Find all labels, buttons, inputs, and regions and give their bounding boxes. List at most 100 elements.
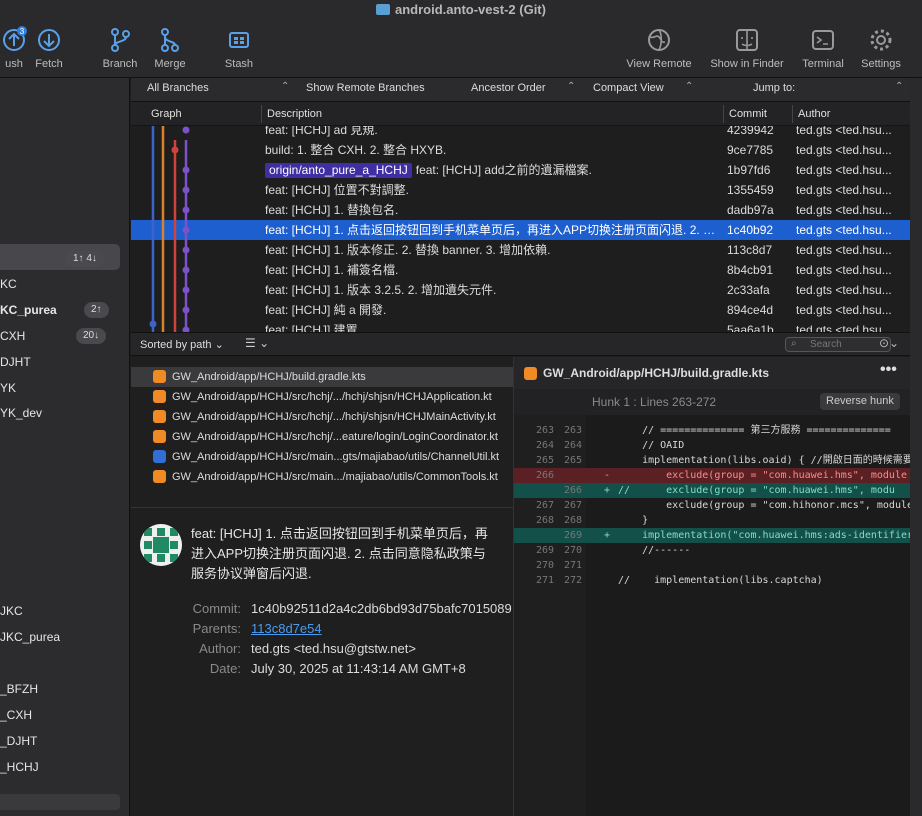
reverse-hunk-button[interactable]: Reverse hunk	[820, 393, 900, 410]
sidebar-remote-branch[interactable]: _HCHJ	[0, 757, 39, 777]
commit-message: feat: [HCHJ] add之前的遺漏檔案.	[415, 163, 592, 177]
commit-node[interactable]	[171, 146, 179, 154]
sidebar-branch[interactable]: YK_dev	[0, 403, 42, 423]
remote-branches-toggle[interactable]: Show Remote Branches	[306, 82, 456, 94]
diff-code: // OAID	[618, 440, 685, 451]
sidebar-branch[interactable]: YK	[0, 378, 16, 398]
merge-button[interactable]: Merge	[138, 26, 202, 70]
edit-icon	[153, 410, 166, 423]
sidebar-remote-branch[interactable]: _BFZH	[0, 679, 38, 699]
remote-branch-tag[interactable]: origin/anto_pure_a_HCHJ	[265, 163, 412, 178]
branches-filter-select[interactable]: All Branches ⌃	[147, 81, 289, 94]
diff-code: exclude(group = "com.hihonor.mcs", modul…	[618, 500, 914, 511]
more-icon[interactable]: •••	[880, 361, 897, 379]
commit-node[interactable]	[182, 266, 190, 274]
search-placeholder: Search	[810, 339, 842, 350]
commit-description: feat: [HCHJ] 位置不對調整.	[265, 180, 717, 200]
sidebar-remote-branch[interactable]: _CXH	[0, 705, 32, 725]
stash-label: Stash	[224, 58, 254, 70]
commit-node[interactable]	[182, 206, 190, 214]
old-line-number: 270	[535, 560, 554, 571]
branch-badge: 20↓	[76, 328, 107, 344]
sidebar-remote-branch[interactable]: JKC_purea	[0, 627, 60, 647]
column-divider[interactable]	[723, 105, 724, 123]
commit-description: feat: [HCHJ] ad 見規.	[265, 126, 717, 140]
changed-file-row[interactable]: GW_Android/app/HCHJ/src/hchj/.../hchj/sh…	[131, 407, 513, 427]
changed-file-row[interactable]: GW_Android/app/HCHJ/src/hchj/.../hchj/sh…	[131, 387, 513, 407]
commit-description: feat: [HCHJ] 1. 版本修正. 2. 替換 banner. 3. 增…	[265, 240, 717, 260]
settings-button[interactable]: Settings	[849, 26, 913, 70]
sidebar-branch-current[interactable]: KC_purea	[0, 300, 57, 320]
order-select[interactable]: Ancestor Order ⌃	[471, 81, 581, 94]
commit-author: ted.gts <ted.hsu...	[796, 163, 892, 177]
show-in-finder-button[interactable]: Show in Finder	[704, 26, 790, 70]
commit-hash: 8b4cb91	[727, 263, 774, 277]
graph-column-header[interactable]: Graph	[151, 108, 182, 120]
jump-to-select[interactable]: Jump to: ⌃	[753, 81, 913, 94]
date-label: Date:	[209, 661, 241, 676]
new-line-number: 270	[563, 545, 582, 556]
date-value: July 30, 2025 at 11:43:14 AM GMT+8	[251, 661, 466, 676]
edit-icon	[524, 367, 537, 380]
folder-icon	[376, 4, 391, 15]
view-remote-button[interactable]: View Remote	[621, 26, 697, 70]
stash-button[interactable]: Stash	[207, 26, 271, 70]
commit-node[interactable]	[182, 306, 190, 314]
author-column-header[interactable]: Author	[798, 108, 830, 120]
column-divider[interactable]	[792, 105, 793, 123]
commit-graph	[149, 126, 190, 332]
parent-commit-link[interactable]: 113c8d7e54	[251, 621, 322, 636]
terminal-icon	[812, 30, 834, 50]
view-remote-label: View Remote	[626, 58, 692, 70]
commit-message-line: 进入APP切换注册页面闪退. 2. 点击同意隐私政策与	[191, 546, 486, 561]
commit-author: ted.gts <ted.hsu...	[796, 183, 892, 197]
sidebar-filter-field[interactable]	[0, 794, 120, 810]
commit-node[interactable]	[182, 286, 190, 294]
identicon-icon	[140, 524, 182, 566]
commit-node[interactable]	[149, 320, 157, 328]
edit-icon	[153, 470, 166, 483]
settings-label: Settings	[861, 58, 901, 70]
commit-message: feat: [HCHJ] 1. 版本 3.2.5. 2. 增加遺失元件.	[265, 283, 497, 297]
commit-author: ted.gts <ted.hsu...	[796, 323, 892, 332]
commit-hash: 1b97fd6	[727, 163, 771, 177]
sourcetree-window: android.anto-vest-2 (Git) 3 ush Fetch Br…	[0, 0, 922, 816]
view-select[interactable]: Compact View ⌃	[593, 81, 703, 94]
diff-line: 266 - exclude(group = "com.huawei.hms", m…	[514, 468, 922, 483]
search-input[interactable]: ⌕ Search	[785, 337, 891, 352]
sidebar-remote-branch[interactable]: _DJHT	[0, 731, 37, 751]
commit-node[interactable]	[182, 186, 190, 194]
changed-file-row[interactable]: GW_Android/app/HCHJ/src/main.../majiabao…	[131, 467, 513, 487]
old-line-number: 268	[535, 515, 554, 526]
sidebar-branch[interactable]: KC	[0, 274, 17, 294]
gear-icon	[870, 29, 892, 51]
terminal-button[interactable]: Terminal	[791, 26, 855, 70]
commit-node[interactable]	[182, 166, 190, 174]
diff-code: // implementation(libs.captcha)	[618, 575, 823, 586]
diff-file-path: GW_Android/app/HCHJ/build.gradle.kts	[543, 366, 770, 380]
branches-filter-label: All Branches	[147, 82, 209, 94]
changed-file-path: GW_Android/app/HCHJ/src/main...gts/majia…	[172, 451, 500, 463]
fetch-button[interactable]: Fetch	[17, 26, 81, 70]
sidebar-branch[interactable]: DJHT	[0, 352, 31, 372]
diff-line: 268 268 }	[514, 513, 922, 528]
commit-node[interactable]	[182, 246, 190, 254]
diff-marker: -	[604, 470, 611, 481]
column-divider[interactable]	[261, 105, 262, 123]
sort-select[interactable]: Sorted by path ⌄	[140, 338, 224, 351]
commit-node[interactable]	[182, 126, 190, 134]
view-label: Compact View	[593, 82, 664, 94]
sidebar-branch[interactable]: CXH	[0, 326, 25, 346]
more-options-icon[interactable]: ⊙⌄	[879, 336, 899, 350]
diff-marker: +	[604, 530, 611, 541]
list-view-icon[interactable]: ☰ ⌄	[245, 336, 269, 350]
commit-column-header[interactable]: Commit	[729, 108, 767, 120]
changed-file-row[interactable]: GW_Android/app/HCHJ/build.gradle.kts	[131, 367, 513, 387]
changed-file-row[interactable]: GW_Android/app/HCHJ/src/hchj/...eature/l…	[131, 427, 513, 447]
description-column-header[interactable]: Description	[267, 108, 322, 120]
commit-node[interactable]	[182, 226, 190, 234]
sidebar-remote-branch[interactable]: JKC	[0, 601, 23, 621]
commit-hash: 894ce4d	[727, 303, 774, 317]
changed-file-row[interactable]: GW_Android/app/HCHJ/src/main...gts/majia…	[131, 447, 513, 467]
diff-code: //------	[618, 545, 691, 556]
